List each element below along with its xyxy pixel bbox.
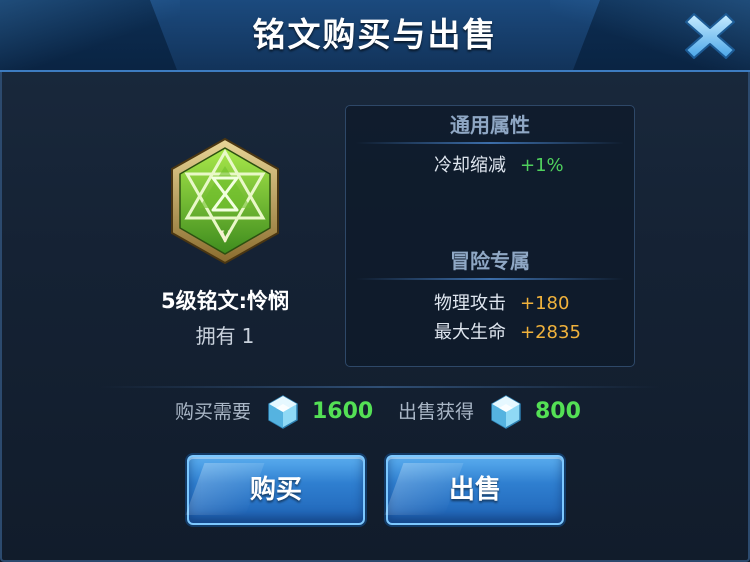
buy-button[interactable]: 购买 [187, 455, 365, 525]
owned-label: 拥有 [195, 324, 236, 348]
sell-price-label: 出售获得 [398, 401, 475, 423]
buy-price-amount: 1600 [312, 399, 374, 424]
green-hexagon-star-rune-icon: V [165, 136, 285, 266]
title-bar: 铭文购买与出售 [0, 0, 750, 72]
close-button[interactable] [682, 8, 738, 64]
close-x-icon [685, 13, 735, 59]
rune-info: V 5级铭文:怜悯 拥有 1 [120, 130, 330, 360]
attribute-panel: 通用属性 冷却缩减 +1% 冒险专属 物理攻击 +180 最大生命 +2835 [345, 105, 635, 367]
attribute-value: +2835 [520, 322, 581, 343]
attribute-value: +180 [520, 293, 570, 314]
dialog-title: 铭文购买与出售 [252, 15, 498, 54]
attribute-row: 最大生命 +2835 [346, 319, 636, 347]
sell-price-amount: 800 [535, 399, 581, 424]
attribute-row: 物理攻击 +180 [346, 290, 636, 318]
rune-trade-dialog: 铭文购买与出售 V 5级铭文:怜悯 拥有 1 通用属性 冷却缩减 +1% 冒险专… [0, 0, 750, 562]
adventure-attributes-header: 冒险专属 [346, 242, 634, 280]
attribute-label: 冷却缩减 [434, 155, 506, 176]
buy-price: 购买需要 1600 [175, 392, 375, 432]
crystal-gem-icon [265, 394, 301, 430]
buy-price-label: 购买需要 [175, 401, 252, 423]
rune-level-numeral: V [218, 227, 232, 246]
rune-owned: 拥有 1 [120, 320, 330, 349]
attribute-value: +1% [520, 155, 564, 176]
sell-price: 出售获得 800 [398, 392, 598, 432]
owned-count: 1 [241, 324, 255, 348]
buy-button-label: 购买 [249, 475, 302, 505]
divider [100, 386, 660, 388]
attribute-row: 冷却缩减 +1% [346, 152, 636, 180]
crystal-gem-icon [488, 394, 524, 430]
sell-button[interactable]: 出售 [386, 455, 564, 525]
attribute-label: 物理攻击 [434, 293, 506, 314]
rune-name: 5级铭文:怜悯 [160, 289, 289, 313]
sell-button-label: 出售 [448, 475, 501, 505]
general-attributes-header: 通用属性 [346, 106, 634, 144]
attribute-label: 最大生命 [434, 322, 506, 343]
